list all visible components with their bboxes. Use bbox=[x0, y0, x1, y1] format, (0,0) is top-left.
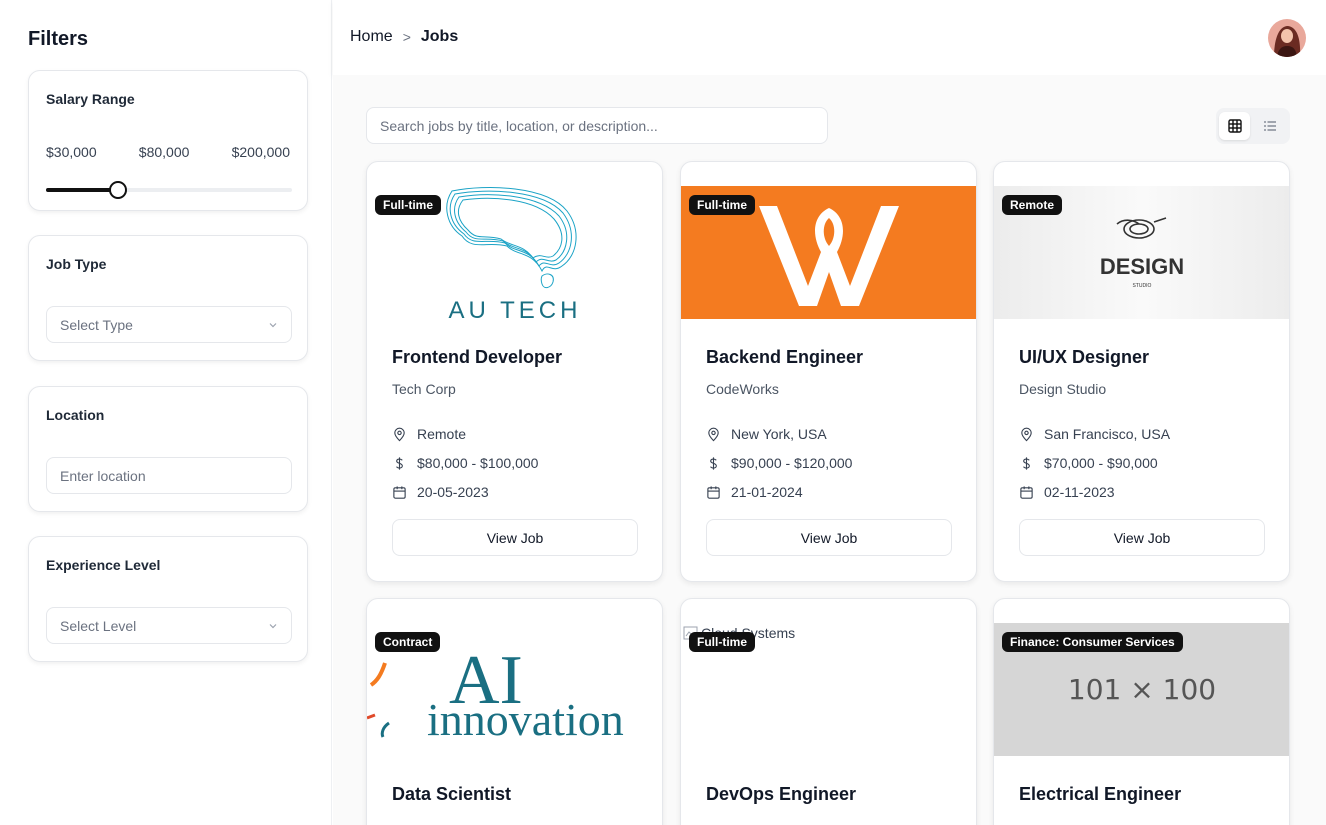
job-card: AU TECH Full-time Frontend Developer Tec… bbox=[366, 161, 663, 582]
experience-title: Experience Level bbox=[46, 557, 161, 573]
list-view-button[interactable] bbox=[1254, 112, 1285, 140]
company-name: Design Studio bbox=[1019, 381, 1107, 397]
job-salary: $90,000 - $120,000 bbox=[706, 455, 852, 471]
job-card: 101 × 100 Finance: Consumer Services Ele… bbox=[993, 598, 1290, 825]
salary-slider-track[interactable] bbox=[46, 181, 292, 199]
salary-labels: $30,000 $80,000 $200,000 bbox=[46, 144, 290, 160]
location-placeholder: Enter location bbox=[60, 467, 146, 484]
experience-select[interactable]: Select Level bbox=[46, 607, 292, 644]
job-type-badge: Remote bbox=[1002, 195, 1063, 215]
chevron-down-icon bbox=[269, 623, 277, 628]
job-date: 20-05-2023 bbox=[392, 484, 489, 500]
logo-subtext: innovation bbox=[427, 694, 624, 745]
job-title[interactable]: DevOps Engineer bbox=[706, 784, 856, 805]
job-salary-text: $70,000 - $90,000 bbox=[1044, 455, 1158, 471]
location-input[interactable]: Enter location bbox=[46, 457, 292, 494]
job-title[interactable]: Data Scientist bbox=[392, 784, 511, 805]
search-placeholder: Search jobs by title, location, or descr… bbox=[380, 117, 658, 134]
experience-placeholder: Select Level bbox=[60, 617, 137, 634]
filters-title: Filters bbox=[28, 28, 89, 50]
job-type-badge: Full-time bbox=[689, 632, 755, 652]
job-location: New York, USA bbox=[706, 426, 827, 442]
salary-current-label: $80,000 bbox=[138, 144, 190, 160]
breadcrumb-home[interactable]: Home bbox=[350, 28, 393, 46]
job-title[interactable]: Frontend Developer bbox=[392, 347, 562, 368]
job-title[interactable]: Electrical Engineer bbox=[1019, 784, 1181, 805]
placeholder-text: 101 × 100 bbox=[1068, 673, 1216, 706]
logo-subtext: STUDIO bbox=[1133, 283, 1152, 289]
job-salary: $70,000 - $90,000 bbox=[1019, 455, 1158, 471]
job-location: San Francisco, USA bbox=[1019, 426, 1170, 442]
breadcrumb-separator: > bbox=[402, 29, 411, 45]
dollar-icon bbox=[396, 456, 403, 470]
map-pin-icon bbox=[394, 427, 405, 441]
salary-min-label: $30,000 bbox=[46, 144, 97, 160]
chevron-down-icon bbox=[269, 322, 277, 327]
location-title: Location bbox=[46, 407, 105, 423]
job-location-text: San Francisco, USA bbox=[1044, 426, 1171, 442]
grid-icon bbox=[1227, 119, 1242, 133]
salary-range-card: Salary Range $30,000 $80,000 $200,000 bbox=[28, 70, 308, 211]
job-location-text: Remote bbox=[417, 426, 467, 442]
experience-card: Experience Level Select Level bbox=[28, 536, 308, 662]
job-type-placeholder: Select Type bbox=[60, 316, 133, 333]
salary-range-title: Salary Range bbox=[46, 91, 135, 107]
job-type-badge: Finance: Consumer Services bbox=[1002, 632, 1183, 652]
job-date-text: 02-11-2023 bbox=[1044, 484, 1115, 500]
avatar[interactable] bbox=[1268, 19, 1306, 57]
job-type-card: Job Type Select Type bbox=[28, 235, 308, 361]
logo-text: AU TECH bbox=[449, 297, 582, 319]
job-salary: $80,000 - $100,000 bbox=[392, 455, 538, 471]
job-type-badge: Full-time bbox=[689, 195, 755, 215]
map-pin-icon bbox=[708, 427, 719, 441]
job-date-text: 20-05-2023 bbox=[417, 484, 489, 500]
job-date-text: 21-01-2024 bbox=[731, 484, 803, 500]
list-icon bbox=[1263, 121, 1276, 131]
job-card: AI innovation Contract Data Scientist bbox=[366, 598, 663, 825]
job-card: Cloud Systems Full-time DevOps Engineer bbox=[680, 598, 977, 825]
map-pin-icon bbox=[1021, 427, 1032, 441]
salary-max-label: $200,000 bbox=[231, 144, 290, 160]
job-card: DESIGN STUDIO Remote UI/UX Designer Desi… bbox=[993, 161, 1290, 582]
job-card: Full-time Backend Engineer CodeWorks New… bbox=[680, 161, 977, 582]
company-name: CodeWorks bbox=[706, 381, 779, 397]
breadcrumb-current: Jobs bbox=[420, 28, 459, 45]
view-job-button[interactable]: View Job bbox=[392, 519, 638, 556]
salary-slider-fill bbox=[46, 188, 119, 192]
view-job-button[interactable]: View Job bbox=[1019, 519, 1265, 556]
jobs-main: Search jobs by title, location, or descr… bbox=[333, 75, 1326, 825]
job-date: 21-01-2024 bbox=[706, 484, 803, 500]
job-search-input[interactable]: Search jobs by title, location, or descr… bbox=[366, 107, 828, 144]
job-title[interactable]: UI/UX Designer bbox=[1019, 347, 1149, 368]
view-toggle bbox=[1216, 108, 1290, 144]
job-type-title: Job Type bbox=[46, 256, 107, 272]
calendar-icon bbox=[707, 485, 720, 499]
salary-slider-thumb[interactable] bbox=[109, 181, 128, 199]
job-date: 02-11-2023 bbox=[1019, 484, 1115, 500]
job-title[interactable]: Backend Engineer bbox=[706, 347, 863, 368]
company-name: Tech Corp bbox=[392, 381, 456, 397]
job-type-badge: Contract bbox=[375, 632, 441, 652]
filters-sidebar: Filters Salary Range $30,000 $80,000 $20… bbox=[0, 0, 332, 825]
job-type-badge: Full-time bbox=[375, 195, 441, 215]
job-location: Remote bbox=[392, 426, 466, 442]
grid-view-button[interactable] bbox=[1219, 112, 1250, 140]
logo-text: DESIGN bbox=[1100, 254, 1184, 279]
location-card: Location Enter location bbox=[28, 386, 308, 512]
job-type-select[interactable]: Select Type bbox=[46, 306, 292, 343]
calendar-icon bbox=[1020, 485, 1033, 499]
breadcrumb: Home > Jobs bbox=[350, 28, 458, 46]
job-salary-text: $90,000 - $120,000 bbox=[731, 455, 853, 471]
dollar-icon bbox=[1023, 456, 1030, 470]
top-header: Home > Jobs bbox=[333, 0, 1326, 75]
calendar-icon bbox=[393, 485, 406, 499]
job-salary-text: $80,000 - $100,000 bbox=[417, 455, 539, 471]
view-job-button[interactable]: View Job bbox=[706, 519, 952, 556]
user-avatar-icon bbox=[1268, 19, 1306, 57]
dollar-icon bbox=[710, 456, 717, 470]
job-location-text: New York, USA bbox=[731, 426, 827, 442]
